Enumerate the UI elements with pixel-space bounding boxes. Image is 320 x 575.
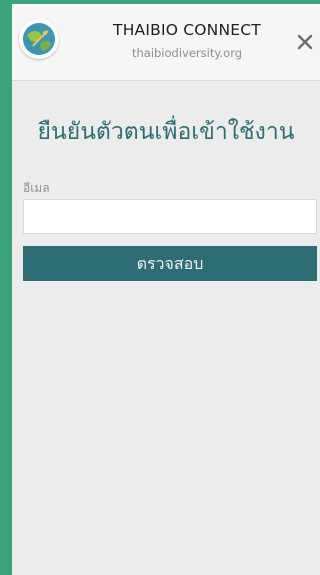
app-subtitle-link[interactable]: thaibiodiversity.org: [102, 46, 272, 60]
close-icon[interactable]: [295, 32, 315, 52]
app-title: THAIBIO CONNECT: [113, 21, 261, 39]
page-heading: ยืนยันตัวตนเพื่อเข้าใช้งาน: [37, 119, 295, 145]
verify-button[interactable]: ตรวจสอบ: [23, 246, 317, 281]
modal-panel: THAIBIO CONNECT thaibiodiversity.org ยืน…: [12, 4, 320, 575]
email-field[interactable]: [23, 199, 317, 234]
app-logo: [19, 19, 59, 59]
email-label: อีเมล: [23, 181, 50, 195]
app-header: THAIBIO CONNECT thaibiodiversity.org: [12, 4, 320, 81]
globe-leaf-logo-icon: [23, 23, 55, 55]
